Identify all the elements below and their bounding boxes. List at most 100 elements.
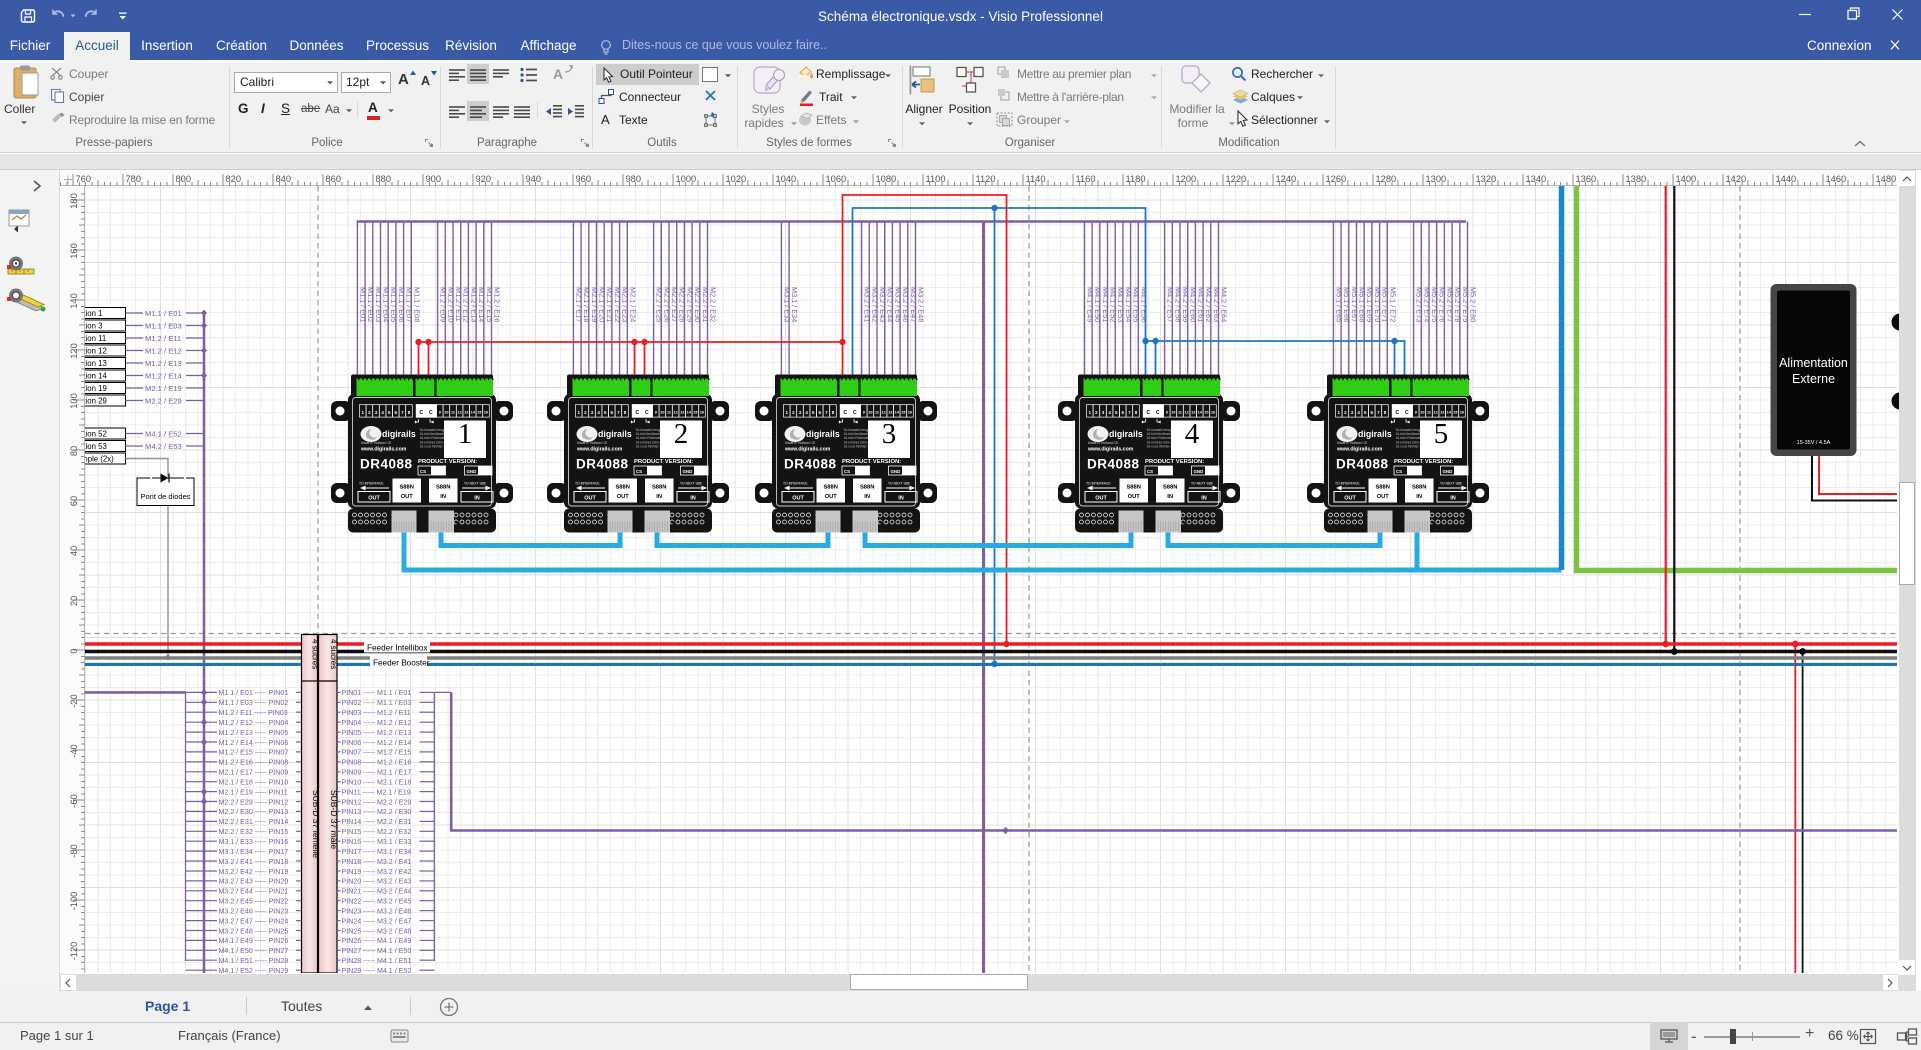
svg-text:M3.2 / E41: M3.2 / E41: [863, 287, 872, 322]
svg-text:M3.2 / E45 ----- PIN22: M3.2 / E45 ----- PIN22: [219, 898, 289, 906]
svg-text:1040: 1040: [776, 174, 797, 184]
svg-text:M4.1 / E52: M4.1 / E52: [145, 429, 182, 438]
svg-text:780: 780: [126, 174, 142, 184]
svg-text:100: 100: [69, 393, 79, 409]
svg-text:-20: -20: [69, 694, 79, 707]
svg-text:PIN07 ----- M1.2 / E15: PIN07 ----- M1.2 / E15: [342, 749, 412, 757]
svg-text:PIN21 ----- M3.2 / E44: PIN21 ----- M3.2 / E44: [342, 888, 412, 896]
svg-text:ction 3: ction 3: [85, 322, 102, 331]
svg-text:M2.1 / E17 ----- PIN09: M2.1 / E17 ----- PIN09: [219, 769, 289, 777]
svg-text:M4.1 / E56: M4.1 / E56: [1139, 287, 1148, 322]
svg-text:M2.1 / E23: M2.1 / E23: [621, 287, 630, 322]
svg-text:940: 940: [526, 174, 542, 184]
svg-text:M4.1 / E50 ----- PIN27: M4.1 / E50 ----- PIN27: [219, 947, 289, 955]
svg-text:1260: 1260: [1326, 174, 1347, 184]
svg-text:PIN13 ----- M2.2 / E30: PIN13 ----- M2.2 / E30: [342, 808, 412, 816]
svg-text:1360: 1360: [1576, 174, 1597, 184]
svg-text:4: 4: [1185, 418, 1200, 450]
svg-text:M1.1 / E03: M1.1 / E03: [145, 321, 182, 330]
svg-text:M5.2 / E73: M5.2 / E73: [1415, 287, 1424, 322]
svg-text:PIN04 ----- M1.2 / E12: PIN04 ----- M1.2 / E12: [342, 719, 412, 727]
svg-text:1480: 1480: [1876, 174, 1897, 184]
svg-text:180: 180: [69, 193, 79, 209]
svg-text:M1.1 / E03: M1.1 / E03: [374, 287, 383, 322]
svg-text:Alimentation: Alimentation: [1779, 356, 1848, 370]
svg-text:1340: 1340: [1526, 174, 1547, 184]
svg-text:960: 960: [576, 174, 592, 184]
svg-text:M3.2 / E47: M3.2 / E47: [909, 287, 918, 322]
svg-text:M4.2 / E63: M4.2 / E63: [1212, 287, 1221, 322]
svg-text:760: 760: [76, 174, 92, 184]
svg-text:M5.1 / E65: M5.1 / E65: [1334, 287, 1343, 322]
svg-text:PIN08 ----- M1.2 / E16: PIN08 ----- M1.2 / E16: [342, 759, 412, 767]
svg-text:M2.1 / E17: M2.1 / E17: [574, 287, 583, 322]
svg-text:PIN19 ----- M3.2 / E42: PIN19 ----- M3.2 / E42: [342, 868, 412, 876]
svg-text:920: 920: [476, 174, 492, 184]
svg-text:1380: 1380: [1626, 174, 1647, 184]
svg-text:M3.2 / E42: M3.2 / E42: [870, 287, 879, 322]
svg-text:M2.2 / E30: M2.2 / E30: [693, 287, 702, 322]
svg-text:ction 19: ction 19: [85, 384, 107, 393]
svg-text:1100: 1100: [926, 174, 946, 184]
svg-text:M1.2 / E12 ----- PIN04: M1.2 / E12 ----- PIN04: [219, 719, 289, 727]
svg-text:PIN01 ----- M1.1 / E01: PIN01 ----- M1.1 / E01: [342, 689, 412, 697]
svg-text:M5.2 / E78: M5.2 / E78: [1453, 287, 1462, 322]
svg-text:M5.2 / E79: M5.2 / E79: [1461, 287, 1470, 322]
svg-text:M2.2 / E29: M2.2 / E29: [685, 287, 694, 322]
svg-text:M1.1 / E08: M1.1 / E08: [412, 287, 421, 322]
svg-text:1240: 1240: [1276, 174, 1297, 184]
svg-text:M1.2 / E13: M1.2 / E13: [145, 359, 182, 368]
svg-text:M3.1 / E34 ----- PIN17: M3.1 / E34 ----- PIN17: [219, 848, 289, 856]
svg-text:SUB-D 37 mâle: SUB-D 37 mâle: [329, 790, 339, 849]
svg-text:2: 2: [674, 418, 689, 450]
svg-text:M4.1 / E52: M4.1 / E52: [1109, 287, 1118, 322]
svg-text:PIN15 ----- M2.2 / E32: PIN15 ----- M2.2 / E32: [342, 828, 412, 836]
svg-text:60: 60: [69, 496, 79, 506]
svg-text:M2.1 / E22: M2.1 / E22: [613, 287, 622, 322]
svg-text:1320: 1320: [1476, 174, 1497, 184]
svg-text:PIN14 ----- M2.2 / E31: PIN14 ----- M2.2 / E31: [342, 818, 412, 826]
svg-text:M2.2 / E30 ----- PIN13: M2.2 / E30 ----- PIN13: [219, 808, 289, 816]
svg-text:1000: 1000: [676, 174, 697, 184]
svg-text:M3.2 / E43 ----- PIN20: M3.2 / E43 ----- PIN20: [219, 878, 289, 886]
svg-text:M3.1 / E34: M3.1 / E34: [790, 287, 799, 322]
svg-text:M5.1 / E70: M5.1 / E70: [1373, 287, 1382, 322]
svg-text:1420: 1420: [1726, 174, 1747, 184]
svg-text:1: 1: [458, 418, 473, 450]
svg-text:M1.2 / E11: M1.2 / E11: [145, 334, 181, 343]
svg-text:M4.1 / E55: M4.1 / E55: [1132, 287, 1141, 322]
svg-text:1300: 1300: [1426, 174, 1447, 184]
svg-text:15-35V / 4.5A: 15-35V / 4.5A: [1797, 440, 1831, 446]
svg-text:M4.2 / E62: M4.2 / E62: [1204, 287, 1213, 322]
svg-text:M1.2 / E09: M1.2 / E09: [439, 287, 448, 322]
svg-text:1460: 1460: [1826, 174, 1847, 184]
svg-text:M5.1 / E72: M5.1 / E72: [1388, 287, 1397, 322]
svg-text:160: 160: [69, 243, 79, 259]
svg-text:820: 820: [226, 174, 242, 184]
svg-text:M4.1 / E49 ----- PIN26: M4.1 / E49 ----- PIN26: [219, 937, 289, 945]
svg-text:1200: 1200: [1176, 174, 1197, 184]
svg-text:PIN29 ----- M4.1 / E52: PIN29 ----- M4.1 / E52: [342, 967, 412, 973]
svg-text:M4.1 / E51: M4.1 / E51: [1101, 287, 1110, 322]
svg-text:M2.2 / E25: M2.2 / E25: [655, 287, 664, 322]
svg-text:M2.2 / E32 ----- PIN15: M2.2 / E32 ----- PIN15: [219, 828, 289, 836]
svg-text:ction 11: ction 11: [85, 334, 106, 343]
svg-text:M1.1 / E07: M1.1 / E07: [405, 287, 414, 322]
svg-text:1400: 1400: [1676, 174, 1697, 184]
svg-text:PIN27 ----- M4.1 / E50: PIN27 ----- M4.1 / E50: [342, 947, 412, 955]
svg-text:1180: 1180: [1126, 174, 1146, 184]
svg-text:M4.2 / E59: M4.2 / E59: [1181, 287, 1190, 322]
svg-text:Feeder Intellibox: Feeder Intellibox: [367, 644, 428, 653]
svg-text:PIN20 ----- M3.2 / E43: PIN20 ----- M3.2 / E43: [342, 878, 412, 886]
svg-text:3: 3: [882, 418, 897, 450]
svg-text:M1.1 / E02: M1.1 / E02: [366, 287, 375, 322]
svg-text:ction 52: ction 52: [85, 430, 107, 439]
svg-text:PIN18 ----- M3.2 / E41: PIN18 ----- M3.2 / E41: [342, 858, 412, 866]
svg-text:1140: 1140: [1026, 174, 1046, 184]
svg-text:ction 13: ction 13: [85, 359, 107, 368]
svg-text:M1.2 / E13: M1.2 / E13: [469, 287, 478, 322]
svg-text:M3.2 / E47 ----- PIN24: M3.2 / E47 ----- PIN24: [219, 917, 289, 925]
svg-text:M5.1 / E66: M5.1 / E66: [1342, 287, 1351, 322]
svg-text:PIN10 ----- M2.1 / E18: PIN10 ----- M2.1 / E18: [342, 779, 412, 787]
svg-text:860: 860: [326, 174, 342, 184]
